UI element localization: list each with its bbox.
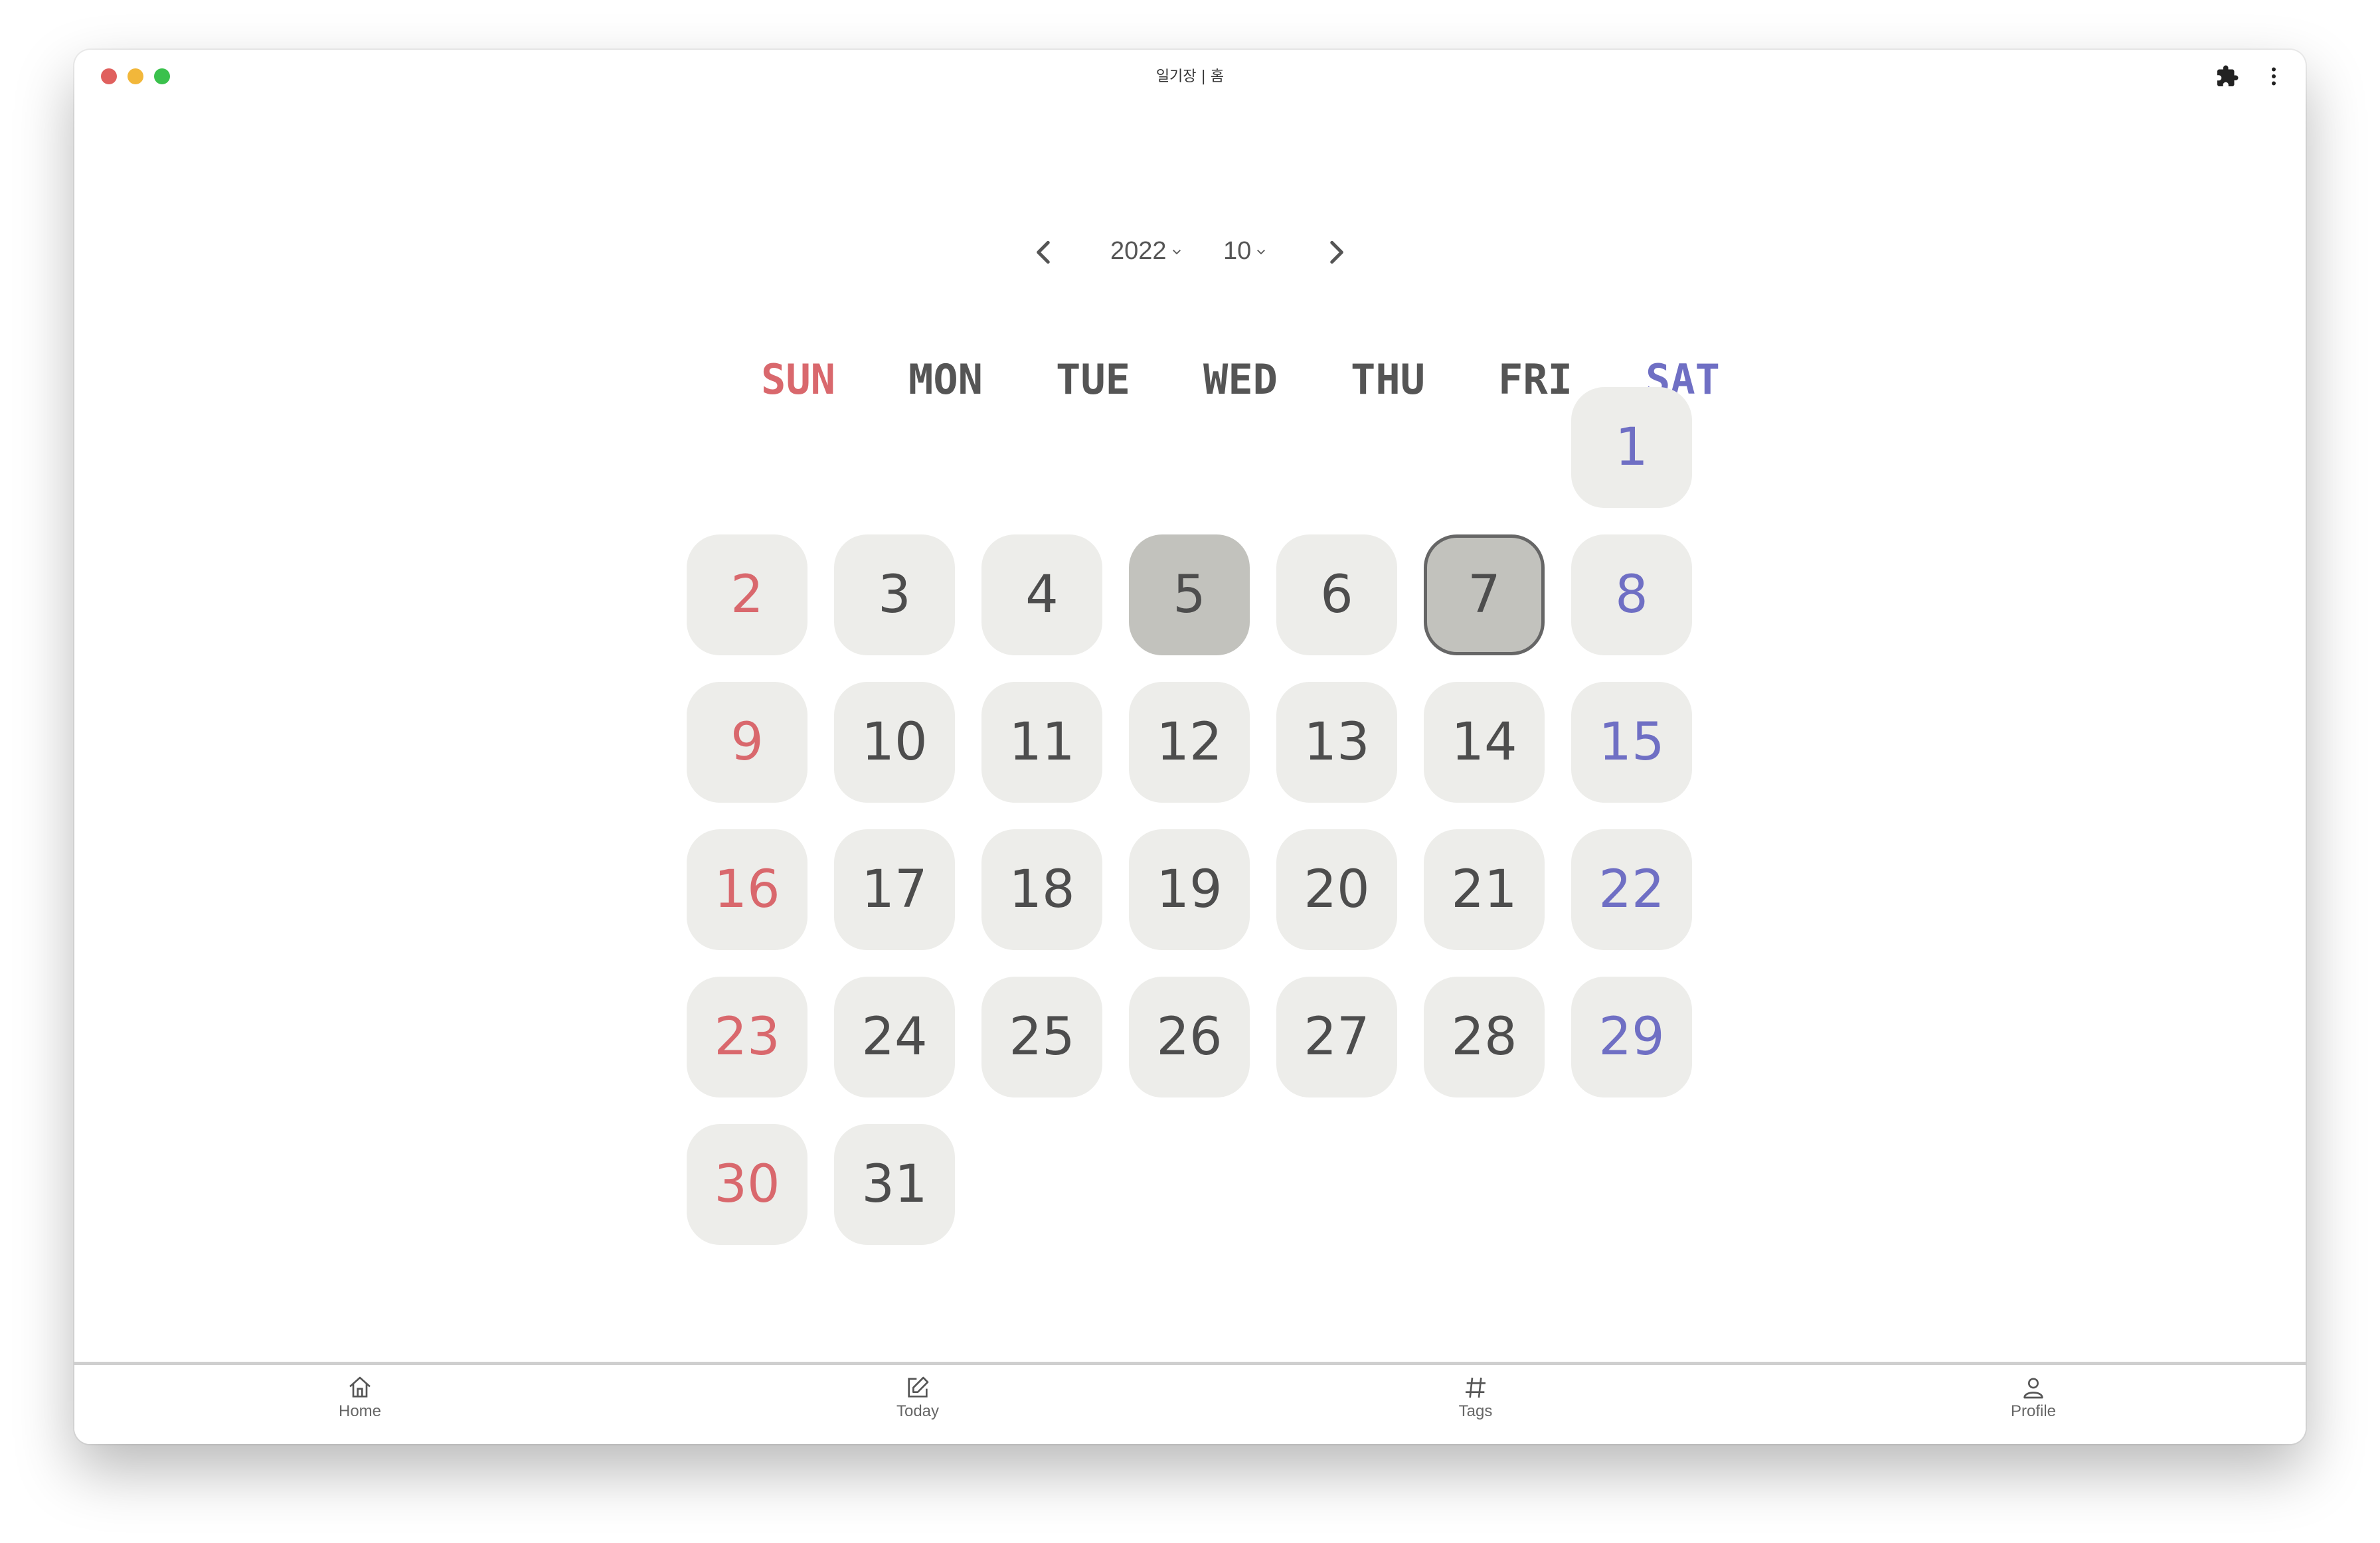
bottom-navigation: Home Today Tags Profile <box>74 1362 2306 1444</box>
calendar-day[interactable]: 21 <box>1424 829 1545 950</box>
calendar-day[interactable]: 18 <box>981 829 1102 950</box>
chevron-down-icon <box>1172 249 1181 254</box>
calendar-day[interactable]: 2 <box>687 534 808 655</box>
calendar-day[interactable]: 5 <box>1129 534 1250 655</box>
weekday-fri: FRI <box>1498 355 1572 404</box>
tab-today-label: Today <box>896 1402 940 1420</box>
calendar-day[interactable]: 3 <box>834 534 955 655</box>
title-bar: 일기장 | 홈 <box>74 50 2306 103</box>
calendar-day[interactable]: 30 <box>687 1124 808 1245</box>
calendar-day[interactable]: 10 <box>834 682 955 803</box>
calendar-day[interactable]: 26 <box>1129 977 1250 1097</box>
kebab-menu-icon[interactable] <box>2262 64 2286 88</box>
calendar-day[interactable]: 16 <box>687 829 808 950</box>
window-title: 일기장 | 홈 <box>1155 68 1225 85</box>
home-icon <box>349 1376 371 1398</box>
calendar-day[interactable]: 13 <box>1276 682 1397 803</box>
calendar-day[interactable]: 1 <box>1571 387 1692 508</box>
tab-profile[interactable]: Profile <box>1967 1374 2100 1421</box>
tab-home-label: Home <box>338 1402 382 1420</box>
calendar-day[interactable]: 25 <box>981 977 1102 1097</box>
calendar-day[interactable]: 9 <box>687 682 808 803</box>
weekday-sun: SUN <box>761 355 835 404</box>
calendar-day[interactable]: 29 <box>1571 977 1692 1097</box>
tab-profile-label: Profile <box>2010 1402 2057 1420</box>
year-select[interactable]: 2022 <box>1110 237 1183 266</box>
year-value: 2022 <box>1110 237 1167 265</box>
calendar-day[interactable]: 20 <box>1276 829 1397 950</box>
calendar-day[interactable]: 17 <box>834 829 955 950</box>
calendar-day[interactable]: 24 <box>834 977 955 1097</box>
calendar-day[interactable]: 7 <box>1424 534 1545 655</box>
chevron-left-icon[interactable] <box>1027 236 1061 269</box>
calendar-day[interactable]: 31 <box>834 1124 955 1245</box>
weekday-thu: THU <box>1351 355 1425 404</box>
calendar-day[interactable]: 4 <box>981 534 1102 655</box>
user-icon <box>2023 1378 2043 1399</box>
calendar-day[interactable]: 23 <box>687 977 808 1097</box>
calendar-day[interactable]: 15 <box>1571 682 1692 803</box>
hash-icon <box>1466 1377 1486 1398</box>
calendar-day[interactable]: 22 <box>1571 829 1692 950</box>
calendar-day[interactable]: 19 <box>1129 829 1250 950</box>
tab-tags-label: Tags <box>1458 1402 1493 1420</box>
calendar-day[interactable]: 8 <box>1571 534 1692 655</box>
calendar-day[interactable]: 14 <box>1424 682 1545 803</box>
weekday-mon: MON <box>908 355 983 404</box>
tab-tags[interactable]: Tags <box>1409 1374 1542 1421</box>
app-window: 일기장 | 홈 2022 10 SUN MON TUE WED THU FRI … <box>74 50 2306 1444</box>
edit-icon <box>908 1376 929 1398</box>
calendar-day[interactable]: 11 <box>981 682 1102 803</box>
tab-today[interactable]: Today <box>851 1374 984 1421</box>
tab-home[interactable]: Home <box>294 1374 426 1421</box>
chevron-right-icon[interactable] <box>1319 236 1353 269</box>
chevron-down-icon <box>1257 249 1266 254</box>
puzzle-icon[interactable] <box>2215 64 2239 88</box>
month-value: 10 <box>1223 237 1252 265</box>
weekday-tue: TUE <box>1056 355 1130 404</box>
month-navigator: 2022 10 <box>74 229 2306 276</box>
calendar-day[interactable]: 27 <box>1276 977 1397 1097</box>
month-select[interactable]: 10 <box>1223 237 1267 266</box>
weekday-wed: WED <box>1203 355 1278 404</box>
calendar-day[interactable]: 12 <box>1129 682 1250 803</box>
calendar-day[interactable]: 28 <box>1424 977 1545 1097</box>
calendar-day[interactable]: 6 <box>1276 534 1397 655</box>
